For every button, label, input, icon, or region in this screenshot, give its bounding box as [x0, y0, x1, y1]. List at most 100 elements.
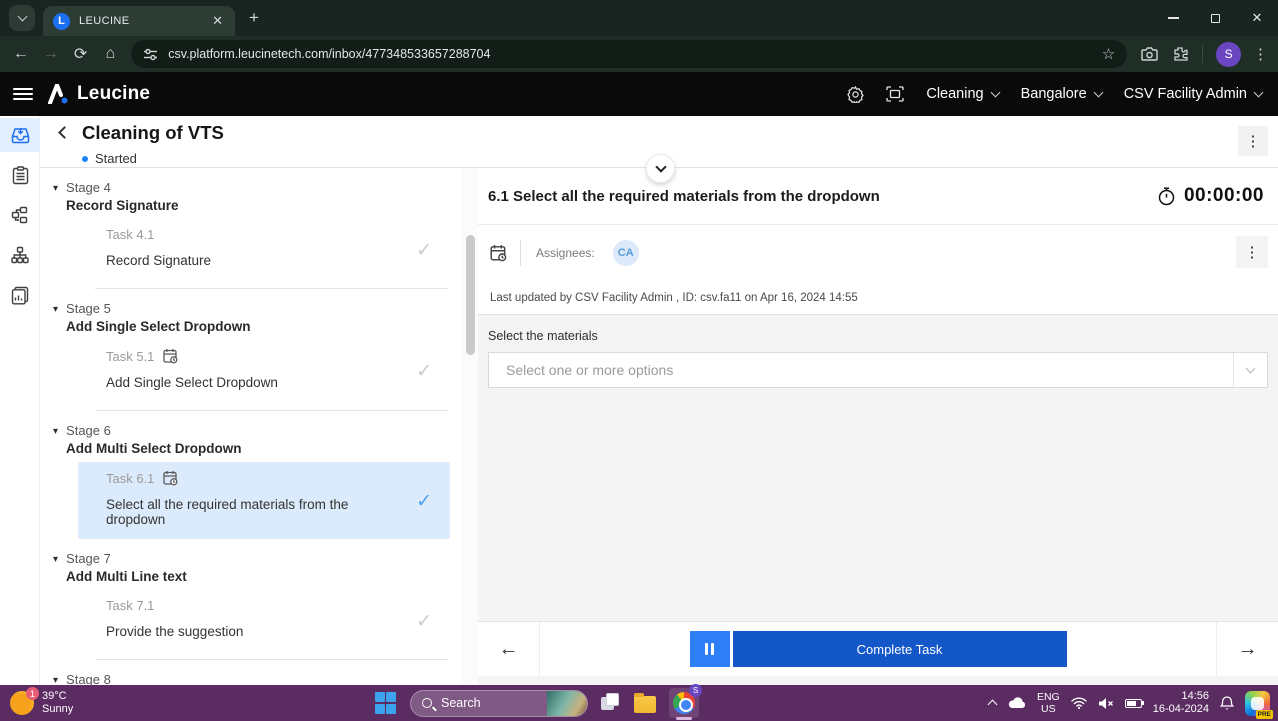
scrollbar-thumb[interactable] [466, 235, 475, 355]
stage-label: Stage 6 [66, 423, 242, 438]
stopwatch-icon [1158, 187, 1175, 206]
start-button[interactable] [375, 692, 397, 714]
scheduled-task-icon [163, 470, 178, 486]
reload-button[interactable]: ⟳ [66, 44, 96, 64]
multiselect-placeholder: Select one or more options [489, 362, 1233, 378]
browser-tab[interactable]: L LEUCINE ✕ [43, 6, 235, 36]
scheduled-task-icon [490, 244, 507, 262]
taskbar-search[interactable]: Search [410, 690, 588, 717]
next-task-button[interactable]: → [1216, 622, 1278, 676]
task-item[interactable]: Task 7.1 Provide the suggestion ✓ [78, 590, 450, 651]
last-updated-text: Last updated by CSV Facility Admin , ID:… [478, 281, 1278, 315]
back-chevron-icon[interactable] [58, 126, 71, 139]
scheduled-task-icon [163, 348, 178, 364]
use-case-selector[interactable]: Cleaning [926, 86, 998, 102]
task-item[interactable]: Task 6.1 Select all the required materia… [78, 462, 450, 539]
task-header: 6.1 Select all the required materials fr… [478, 168, 1278, 225]
select-chevron-icon[interactable] [1234, 369, 1267, 372]
clock[interactable]: 14:5616-04-2024 [1153, 690, 1209, 716]
stage-header[interactable]: ▾ Stage 6 Add Multi Select Dropdown [40, 423, 462, 456]
stage-header[interactable]: ▾ Stage 7 Add Multi Line text [40, 551, 462, 584]
rail-process-flow-icon[interactable] [0, 198, 40, 232]
chevron-down-icon [1093, 87, 1103, 97]
search-highlight-image[interactable] [547, 690, 587, 717]
tab-title: LEUCINE [79, 15, 208, 27]
stage-list-scrollbar[interactable] [462, 168, 478, 685]
complete-task-button[interactable]: Complete Task [733, 631, 1067, 667]
chrome-taskbar-button[interactable]: S [669, 688, 699, 718]
home-button[interactable]: ⌂ [95, 45, 125, 63]
file-explorer-button[interactable] [634, 696, 656, 713]
rail-reports-icon[interactable] [0, 278, 40, 312]
copilot-button[interactable]: PRE [1245, 691, 1270, 716]
collapse-triangle-icon: ▾ [53, 426, 58, 456]
rail-hierarchy-icon[interactable] [0, 238, 40, 272]
stage-label: Stage 4 [66, 180, 179, 195]
stage-header[interactable]: ▾ Stage 4 Record Signature [40, 180, 462, 213]
wifi-icon[interactable] [1071, 697, 1087, 709]
task-view-button[interactable] [601, 693, 621, 713]
notifications-bell-icon[interactable] [1220, 696, 1234, 711]
collapse-header-button[interactable] [646, 154, 675, 183]
browser-profile-avatar[interactable]: S [1216, 42, 1241, 67]
weather-desc: Sunny [42, 703, 73, 716]
hamburger-menu-icon[interactable] [13, 85, 33, 103]
facility-selector[interactable]: Bangalore [1021, 86, 1102, 102]
chevron-down-icon [17, 11, 27, 21]
task-item[interactable]: Task 4.1 Record Signature ✓ [78, 219, 450, 280]
task-number: Task 5.1 [106, 349, 154, 364]
collapse-triangle-icon: ▾ [53, 304, 58, 334]
active-app-indicator [676, 717, 692, 720]
site-info-icon[interactable] [143, 47, 158, 62]
window-close-button[interactable]: ✕ [1236, 0, 1278, 36]
job-menu-button[interactable]: ⋮ [1238, 126, 1268, 156]
pause-task-button[interactable] [690, 631, 730, 667]
stage-header[interactable]: ▾ Stage 5 Add Single Select Dropdown [40, 301, 462, 334]
settings-gear-icon[interactable] [847, 86, 864, 103]
task-name: Provide the suggestion [106, 624, 396, 639]
stage-name: Record Signature [66, 198, 179, 213]
leucine-favicon-icon: L [53, 13, 70, 30]
volume-muted-icon[interactable] [1098, 697, 1114, 710]
tab-search-button[interactable] [9, 5, 35, 31]
back-button[interactable]: ← [6, 45, 36, 63]
battery-icon[interactable] [1125, 699, 1142, 708]
notification-badge: 1 [26, 687, 39, 700]
materials-multiselect[interactable]: Select one or more options [488, 352, 1268, 388]
extensions-puzzle-icon[interactable] [1172, 46, 1188, 62]
role-selector[interactable]: CSV Facility Admin [1124, 86, 1262, 102]
task-item[interactable]: Task 5.1 Add Single Select Dropdown ✓ [78, 340, 450, 402]
forward-button[interactable]: → [36, 45, 66, 63]
task-complete-check-icon: ✓ [416, 239, 432, 262]
weather-temp: 39°C [42, 690, 73, 703]
stage-label: Stage 8 [66, 672, 196, 685]
bookmark-star-icon[interactable]: ☆ [1102, 45, 1115, 63]
stage-section: ▾ Stage 5 Add Single Select Dropdown Tas… [40, 289, 462, 411]
screen-capture-icon[interactable] [1141, 47, 1158, 61]
scanner-icon[interactable] [886, 86, 904, 102]
onedrive-cloud-icon[interactable] [1007, 697, 1026, 709]
previous-task-button[interactable]: ← [478, 622, 540, 676]
browser-toolbar: ← → ⟳ ⌂ csv.platform.leucinetech.com/inb… [0, 36, 1278, 72]
left-icon-rail [0, 116, 40, 685]
window-minimize-button[interactable] [1152, 0, 1194, 36]
collapse-triangle-icon: ▾ [53, 554, 58, 584]
browser-menu-icon[interactable]: ⋮ [1253, 45, 1268, 63]
stage-section: ▾ Stage 4 Record Signature Task 4.1 Reco… [40, 168, 462, 289]
assignee-avatar[interactable]: CA [613, 240, 639, 266]
tab-close-icon[interactable]: ✕ [208, 13, 227, 29]
hidden-icons-chevron[interactable] [988, 700, 998, 710]
sun-icon: 1 [10, 691, 34, 715]
rail-inbox-icon[interactable] [0, 118, 40, 152]
task-menu-button[interactable]: ⋮ [1236, 236, 1268, 268]
new-tab-button[interactable]: + [249, 8, 259, 28]
content-bottom-strip [478, 676, 1278, 685]
task-number: Task 4.1 [106, 227, 154, 242]
address-bar[interactable]: csv.platform.leucinetech.com/inbox/47734… [131, 40, 1127, 68]
stage-header[interactable]: ▾ Stage 8 Add Single Line text [40, 672, 462, 685]
language-indicator[interactable]: ENGUS [1037, 691, 1060, 715]
rail-checklist-icon[interactable] [0, 158, 40, 192]
window-restore-button[interactable] [1194, 0, 1236, 36]
meta-divider [520, 240, 521, 266]
weather-widget[interactable]: 1 39°CSunny [10, 690, 230, 716]
